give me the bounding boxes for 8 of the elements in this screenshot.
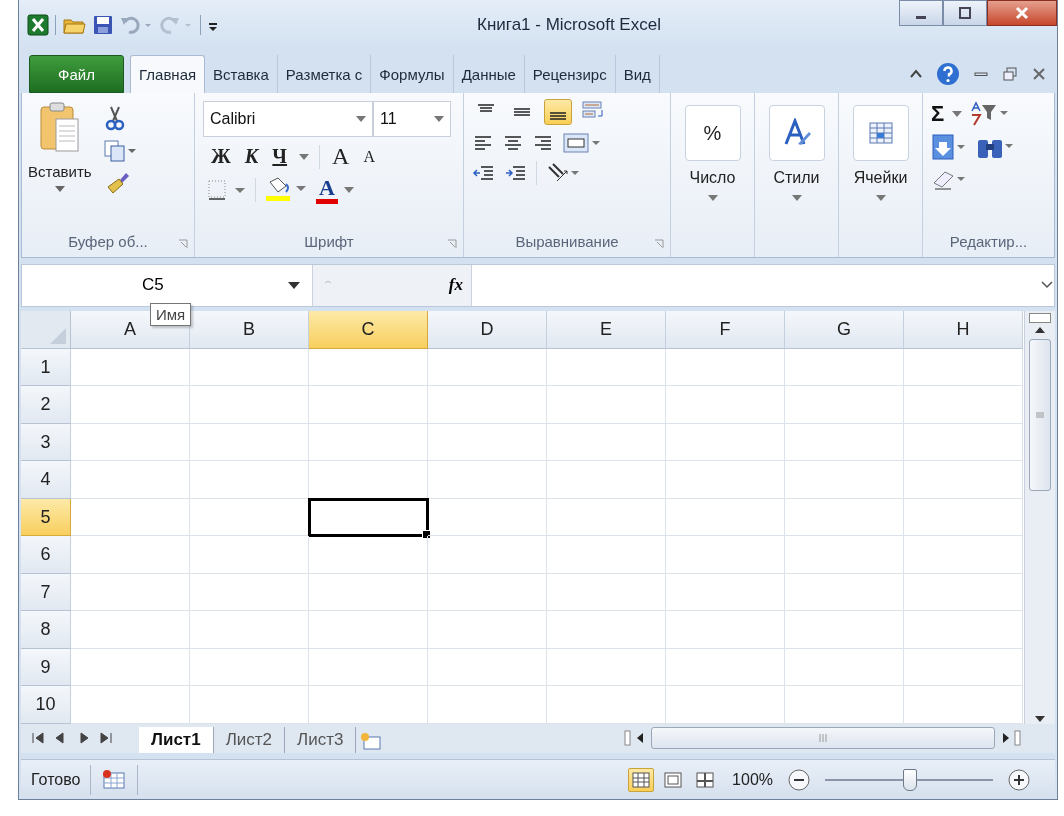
percent-symbol: % — [703, 121, 722, 145]
group-label: Редактир... — [949, 233, 1028, 251]
group-label: Выравнивание — [515, 233, 619, 251]
group-label: Шрифт — [304, 233, 354, 251]
status-text: Готово — [31, 770, 81, 789]
tooltip: Имя — [150, 302, 192, 326]
group-label: Буфер об... — [68, 233, 148, 251]
window-title: Книга1 - Microsoft Excel — [476, 15, 662, 36]
